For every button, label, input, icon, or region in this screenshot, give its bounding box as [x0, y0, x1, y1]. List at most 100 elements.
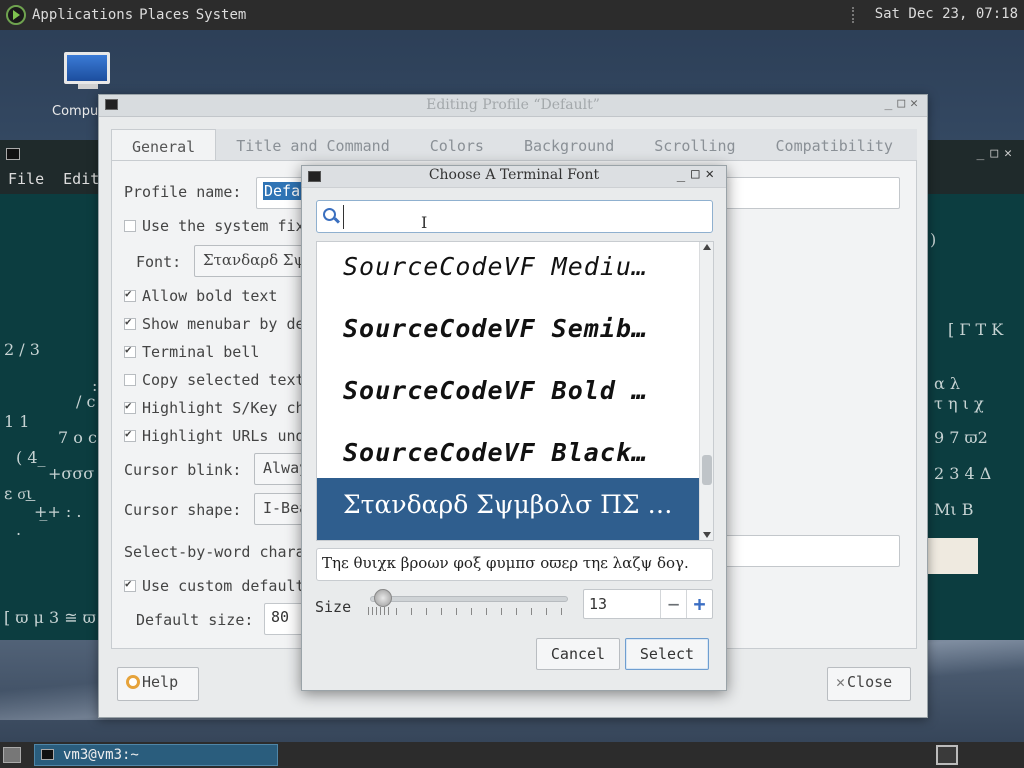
font-size-spinbutton[interactable]: 13 − + [583, 589, 713, 619]
desktop-icon-label: Compu [52, 104, 99, 119]
terminal-text: +̲+ : . [34, 502, 82, 521]
terminal-text: . [16, 520, 22, 539]
terminal-text: ) [930, 230, 937, 249]
slider-knob[interactable] [374, 589, 392, 607]
font-list-item[interactable]: SourceCodeVF Bold … [317, 364, 701, 426]
select-by-word-field[interactable] [724, 535, 900, 567]
terminal-text: 1 1 [4, 412, 30, 431]
search-icon [323, 208, 336, 221]
top-panel: Applications Places System Sat Dec 23, 0… [0, 0, 1024, 30]
font-button[interactable]: Στανδαρδ Σψ [194, 245, 314, 277]
bottom-panel: vm3@vm3:~ [0, 742, 1024, 768]
show-menubar-option[interactable]: Show menubar by de [124, 315, 305, 333]
computer-icon [64, 52, 110, 84]
font-search-input[interactable] [343, 205, 703, 229]
text-cursor-icon: I [421, 213, 428, 232]
font-dialog-titlebar[interactable]: Choose A Terminal Font _□✕ [302, 166, 726, 188]
tab-colors[interactable]: Colors [410, 129, 504, 160]
tab-title-and-command[interactable]: Title and Command [216, 129, 410, 160]
profile-tabs: General Title and Command Colors Backgro… [111, 129, 917, 161]
decrease-size-icon[interactable]: − [660, 590, 686, 618]
allow-bold-label: Allow bold text [142, 287, 278, 305]
distro-logo-icon[interactable] [6, 5, 26, 25]
default-size-columns-field[interactable]: 80 [264, 603, 304, 635]
cursor-shape-label: Cursor shape: [124, 501, 242, 519]
tab-scrolling[interactable]: Scrolling [634, 129, 755, 160]
highlight-urls-label: Highlight URLs und [142, 427, 305, 445]
font-search-box[interactable]: I [316, 200, 713, 233]
help-button-label: Help [142, 673, 179, 691]
font-list-item[interactable]: SourceCodeVF Mediu… [317, 242, 701, 302]
applications-menu[interactable]: Applications [32, 7, 133, 23]
terminal-menu-file[interactable]: File [8, 170, 44, 188]
select-button[interactable]: Select [625, 638, 709, 670]
terminal-text: [ ϖ μ 3 ≅ ϖ [4, 608, 96, 627]
terminal-text: +σσσ [48, 464, 95, 483]
increase-size-icon[interactable]: + [686, 590, 712, 618]
copy-selected-option[interactable]: Copy selected text [124, 371, 305, 389]
show-desktop-icon[interactable] [3, 747, 21, 763]
tab-compatibility[interactable]: Compatibility [756, 129, 913, 160]
terminal-menu-edit[interactable]: Edit [63, 170, 99, 188]
help-icon [126, 675, 140, 689]
highlight-urls-checkbox[interactable] [124, 427, 136, 442]
terminal-text: ε σ͟ι [4, 484, 33, 503]
scrollbar-thumb[interactable] [702, 455, 712, 485]
cancel-button[interactable]: Cancel [536, 638, 620, 670]
use-custom-default-label: Use custom default [142, 577, 305, 595]
font-size-value[interactable]: 13 [589, 595, 607, 613]
tab-general[interactable]: General [111, 129, 217, 160]
allow-bold-option[interactable]: Allow bold text [124, 287, 277, 305]
close-icon: ✕ [836, 673, 846, 691]
terminal-icon [6, 148, 20, 160]
copy-selected-checkbox[interactable] [124, 374, 136, 386]
terminal-text: / c [76, 392, 96, 411]
font-preview-field[interactable]: Τηε θυιχκ βροων φοξ φυμπσ οϖερ τηε λαζψ … [316, 548, 713, 581]
font-list-item-selected[interactable]: Στανδαρδ Σψμβολσ ΠΣ … [317, 478, 701, 540]
use-custom-default-checkbox[interactable] [124, 577, 136, 592]
terminal-text: 7 o c [58, 428, 97, 447]
profile-window-title: Editing Profile “Default” [426, 97, 600, 113]
close-button[interactable]: ✕ Close [827, 667, 911, 701]
use-custom-default-option[interactable]: Use custom default [124, 577, 305, 595]
workspace-switcher-icon[interactable] [936, 745, 958, 765]
places-menu[interactable]: Places [139, 7, 190, 23]
font-list-scrollbar[interactable] [699, 242, 713, 540]
tab-background[interactable]: Background [504, 129, 634, 160]
scroll-up-arrow-icon[interactable] [703, 244, 711, 250]
slider-track[interactable] [370, 596, 568, 602]
terminal-text: 2 3 4 Δ [934, 464, 992, 483]
highlight-skey-option[interactable]: Highlight S/Key ch [124, 399, 305, 417]
clock[interactable]: Sat Dec 23, 07:18 [875, 6, 1018, 22]
highlight-skey-checkbox[interactable] [124, 399, 136, 414]
taskbar-terminal-button[interactable]: vm3@vm3:~ [34, 744, 278, 766]
show-menubar-label: Show menubar by de [142, 315, 305, 333]
panel-drag-handle[interactable] [852, 7, 856, 23]
terminal-bell-checkbox[interactable] [124, 343, 136, 358]
font-label: Font: [136, 253, 182, 271]
system-menu[interactable]: System [196, 7, 247, 23]
font-dialog-window-controls[interactable]: _□✕ [677, 166, 720, 182]
allow-bold-checkbox[interactable] [124, 287, 136, 302]
terminal-text: Μι Β [934, 500, 974, 519]
terminal-window-controls[interactable]: _□✕ [977, 146, 1018, 161]
terminal-bell-label: Terminal bell [142, 343, 260, 361]
use-system-font-checkbox[interactable] [124, 220, 136, 232]
profile-titlebar[interactable]: Editing Profile “Default” _□✕ [99, 95, 927, 117]
show-menubar-checkbox[interactable] [124, 315, 136, 330]
scroll-down-arrow-icon[interactable] [703, 532, 711, 538]
font-size-slider[interactable] [366, 589, 570, 620]
profile-window-controls[interactable]: _□✕ [885, 96, 923, 111]
help-button[interactable]: Help [117, 667, 199, 701]
terminal-text: [ Γ Τ Κ [948, 320, 1004, 339]
size-label: Size [315, 598, 352, 616]
copy-selected-label: Copy selected text [142, 371, 305, 389]
terminal-bell-option[interactable]: Terminal bell [124, 343, 259, 361]
highlight-urls-option[interactable]: Highlight URLs und [124, 427, 305, 445]
use-system-font-option[interactable]: Use the system fix [124, 217, 305, 235]
highlight-skey-label: Highlight S/Key ch [142, 399, 305, 417]
font-chooser-dialog[interactable]: Choose A Terminal Font _□✕ I SourceCodeV… [301, 165, 727, 691]
font-list-item[interactable]: SourceCodeVF Semib… [317, 302, 701, 364]
font-list[interactable]: SourceCodeVF Mediu… SourceCodeVF Semib… … [316, 241, 714, 541]
cursor-blink-label: Cursor blink: [124, 461, 242, 479]
